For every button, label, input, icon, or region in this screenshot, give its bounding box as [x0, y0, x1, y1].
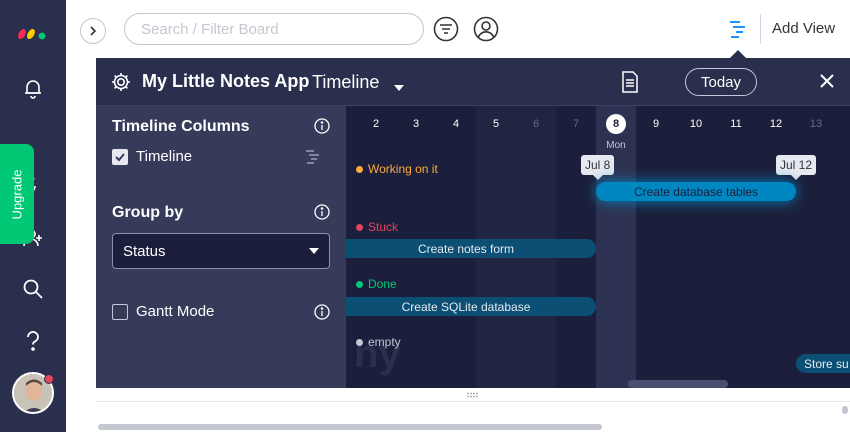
group-working-on-it[interactable]: Working on it [356, 162, 438, 176]
info-icon[interactable] [314, 204, 330, 220]
settings-gear-icon[interactable] [110, 71, 132, 98]
view-dropdown-caret-icon[interactable] [394, 78, 404, 96]
status-dot [356, 223, 363, 231]
day-label: 6 [532, 118, 540, 130]
timeline-bar[interactable]: Create SQLite database [346, 297, 596, 316]
day-label: 5 [492, 118, 500, 130]
today-day-marker: 8 [606, 114, 626, 134]
notifications-bell-icon[interactable] [17, 72, 49, 104]
active-view-pointer [730, 50, 746, 58]
info-icon[interactable] [314, 118, 330, 134]
day-label: 11 [730, 118, 742, 130]
expand-sidebar-button[interactable] [80, 18, 106, 44]
search-input[interactable] [124, 13, 424, 45]
monday-logo-icon[interactable] [17, 15, 49, 47]
chevron-right-icon [90, 26, 97, 36]
end-date-tag: Jul 12 [776, 155, 817, 180]
help-icon[interactable] [17, 325, 49, 357]
person-filter-icon[interactable] [472, 15, 500, 43]
timeline-column-checkbox[interactable] [112, 149, 128, 165]
chevron-down-icon [309, 248, 319, 254]
upgrade-label: Upgrade [9, 169, 25, 219]
top-bar: Add View [66, 0, 850, 58]
timeline-bar[interactable]: Create database tables [596, 182, 796, 201]
gantt-mode-label: Gantt Mode [136, 303, 215, 320]
gantt-mode-checkbox[interactable] [112, 304, 128, 320]
export-document-icon[interactable] [621, 71, 639, 98]
group-label: Done [368, 277, 397, 291]
drag-grip-icon [467, 392, 478, 397]
group-by-value: Status [123, 242, 166, 260]
day-label: 4 [452, 118, 460, 130]
day-label: 3 [412, 118, 420, 130]
group-label: empty [368, 335, 401, 349]
board-title: My Little Notes App [142, 71, 310, 91]
board-header: My Little Notes App Timeline Today [96, 58, 850, 106]
timeline-bar[interactable]: Store su [796, 354, 850, 373]
group-label: Stuck [368, 220, 399, 234]
resize-handle[interactable] [96, 388, 850, 402]
check-icon [115, 153, 125, 162]
day-label: 13 [809, 118, 823, 130]
page-horizontal-scrollbar[interactable] [98, 424, 602, 430]
search-icon[interactable] [17, 273, 49, 305]
settings-panel: Timeline Columns Timeline Group by Statu… [96, 106, 346, 388]
timeline-column-type-icon [304, 148, 322, 171]
timeline-grid[interactable]: 2 3 4 5 6 7 8 Mon 9 10 11 12 13 ny Worki… [346, 106, 850, 388]
left-rail: Upgrade [0, 0, 66, 432]
status-dot [356, 165, 363, 173]
timeline-board: My Little Notes App Timeline Today Timel… [96, 58, 850, 388]
app-root: Upgrade Search / Filter Board Add View M… [0, 0, 850, 432]
timeline-horizontal-scrollbar[interactable] [628, 380, 728, 388]
group-empty[interactable]: empty [356, 335, 401, 349]
toolbar-divider [760, 14, 761, 44]
close-icon[interactable] [819, 73, 835, 94]
info-icon[interactable] [314, 304, 330, 320]
add-view-button[interactable]: Add View [772, 20, 835, 37]
timeline-columns-heading: Timeline Columns [112, 118, 250, 135]
group-done[interactable]: Done [356, 277, 397, 291]
view-name[interactable]: Timeline [312, 72, 379, 93]
vertical-scrollbar-thumb[interactable] [842, 406, 848, 414]
day-label: 2 [372, 118, 380, 130]
day-label: 10 [689, 118, 703, 130]
timeline-view-icon[interactable] [724, 15, 752, 43]
day-label: 12 [769, 118, 783, 130]
day-label: 7 [572, 118, 580, 130]
today-button[interactable]: Today [685, 68, 757, 96]
group-by-select[interactable]: Status [112, 233, 330, 269]
notification-dot [44, 374, 54, 384]
start-date-tag: Jul 8 [581, 155, 615, 180]
today-weekday-label: Mon [606, 140, 626, 151]
group-label: Working on it [368, 162, 438, 176]
filter-icon[interactable] [432, 15, 460, 43]
status-dot [356, 280, 363, 288]
upgrade-button[interactable]: Upgrade [0, 144, 34, 244]
status-dot [356, 338, 363, 346]
group-stuck[interactable]: Stuck [356, 220, 398, 234]
timeline-bar[interactable]: Create notes form [346, 239, 596, 258]
day-label: 9 [652, 118, 660, 130]
group-by-heading: Group by [112, 204, 184, 221]
timeline-column-label: Timeline [136, 148, 193, 165]
